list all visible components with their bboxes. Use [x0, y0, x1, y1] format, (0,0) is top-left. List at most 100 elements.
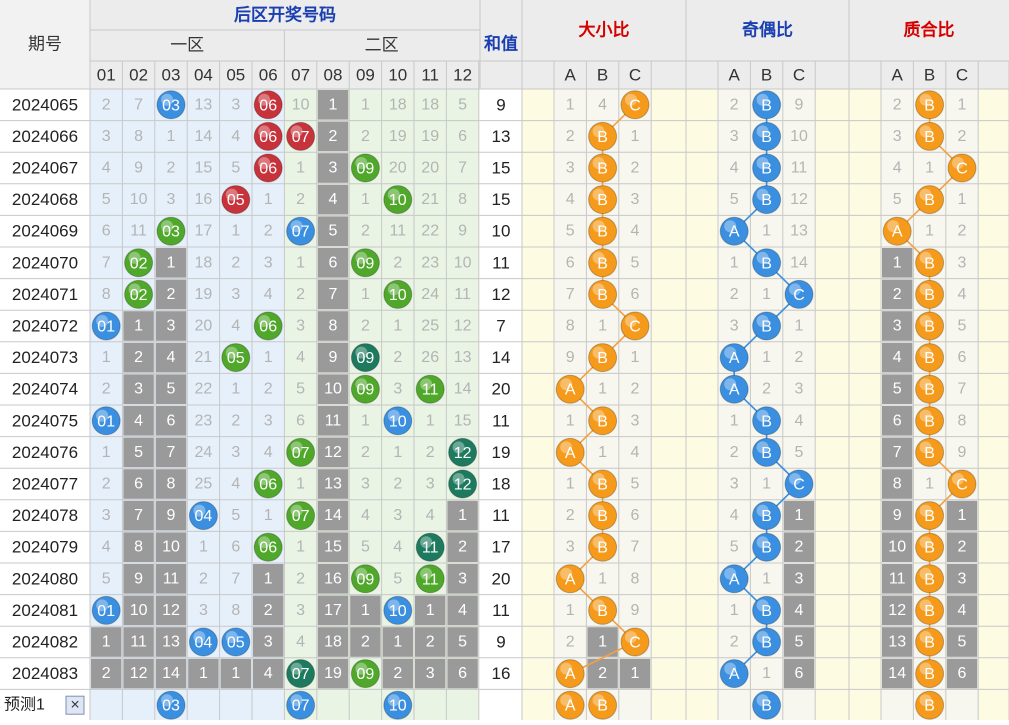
number-missing: 5: [393, 570, 402, 587]
number-missing: 24: [195, 444, 213, 461]
ratio-ball: B: [915, 659, 945, 689]
number-missing: 1: [361, 96, 370, 113]
ratio-ball: A: [719, 374, 749, 404]
period-label: 2024065: [12, 95, 78, 114]
sum-value: 10: [492, 222, 511, 241]
number-missing: 2: [102, 665, 111, 682]
number-missing: 7: [167, 444, 176, 461]
number-ball-label: 10: [389, 413, 407, 430]
forecast-label: 预测1: [4, 696, 45, 714]
number-ball: 10: [383, 406, 413, 436]
ratio-missing: 7: [893, 444, 902, 461]
number-ball: 01: [91, 406, 121, 436]
ratio-missing: 3: [566, 539, 575, 556]
number-missing: 6: [167, 412, 176, 429]
ratio-ball: B: [915, 90, 945, 120]
ratio-ball: A: [555, 374, 585, 404]
number-ball: 06: [253, 469, 283, 499]
number-missing: 3: [102, 507, 111, 524]
ratio-column-header: A: [565, 66, 577, 85]
number-column-header: 07: [291, 66, 310, 85]
ratio-ball: B: [915, 564, 945, 594]
number-ball: 07: [286, 437, 316, 467]
ratio-ball-label: B: [597, 192, 608, 209]
ratio-ball: B: [752, 406, 782, 436]
ratio-ball: B: [752, 121, 782, 151]
ratio-missing: 1: [730, 602, 739, 619]
ratio-ball-label: C: [793, 287, 805, 304]
ratio-ball: B: [752, 437, 782, 467]
number-missing: 16: [324, 570, 342, 587]
sum-value: 13: [492, 127, 511, 146]
ratio-missing: 14: [790, 254, 808, 271]
number-missing: 5: [102, 570, 111, 587]
ratio-missing: 5: [795, 444, 804, 461]
ratio-column-header: B: [924, 66, 935, 85]
period-label: 2024080: [12, 569, 78, 588]
number-missing: 2: [102, 476, 111, 493]
number-missing: 1: [393, 318, 402, 335]
ratio-missing: 6: [795, 665, 804, 682]
ratio-ball-label: B: [597, 477, 608, 494]
sum-value: 11: [492, 411, 510, 430]
number-missing: 10: [130, 191, 148, 208]
ratio-missing: 4: [893, 349, 902, 366]
ratio-ball: B: [915, 248, 945, 278]
number-ball-label: 05: [227, 192, 245, 209]
number-missing: 3: [361, 476, 370, 493]
sum-value: 15: [492, 190, 511, 209]
forecast-ratio-ball: B: [915, 690, 945, 720]
period-label: 2024074: [12, 380, 78, 399]
number-missing: 11: [130, 634, 147, 651]
ratio-ball: B: [588, 469, 618, 499]
ratio-ball-label: B: [597, 350, 608, 367]
number-ball-label: 01: [97, 319, 115, 336]
forecast-close-icon: ×: [70, 697, 79, 714]
number-missing: 15: [324, 539, 342, 556]
number-ball-label: 10: [389, 287, 407, 304]
number-ball-label: 06: [259, 161, 277, 178]
number-ball: 06: [253, 90, 283, 120]
period-label: 2024079: [12, 538, 78, 557]
ratio-ball-label: B: [761, 445, 772, 462]
number-missing: 2: [264, 381, 273, 398]
number-column-header: 10: [388, 66, 407, 85]
number-missing: 1: [361, 286, 370, 303]
number-missing: 3: [458, 570, 467, 587]
number-missing: 5: [134, 444, 143, 461]
period-label: 2024078: [12, 506, 78, 525]
ratio-missing: 7: [958, 381, 967, 398]
number-missing: 5: [296, 381, 305, 398]
sum-value: 18: [492, 475, 511, 494]
number-missing: 1: [426, 602, 435, 619]
number-ball: 02: [124, 279, 154, 309]
number-missing: 2: [199, 570, 208, 587]
number-missing: 1: [264, 349, 273, 366]
ratio-missing: 3: [958, 570, 967, 587]
ratio-column-header: B: [597, 66, 608, 85]
number-ball: 05: [221, 185, 251, 215]
number-missing: 23: [195, 412, 213, 429]
ratio-missing: 1: [762, 349, 771, 366]
sum-value: 20: [492, 569, 511, 588]
number-missing: 5: [167, 381, 176, 398]
ratio-missing: 3: [958, 254, 967, 271]
number-missing: 16: [195, 191, 213, 208]
ratio-ball-label: B: [597, 287, 608, 304]
number-ball: 03: [156, 216, 186, 246]
number-ball: 06: [253, 532, 283, 562]
zone1-header: 一区: [170, 36, 204, 55]
ratio-missing: 12: [790, 191, 808, 208]
number-missing: 3: [296, 602, 305, 619]
number-ball: 04: [188, 501, 218, 531]
number-missing: 2: [361, 634, 370, 651]
ratio-missing: 12: [888, 602, 906, 619]
ratio-ball-label: C: [629, 635, 641, 652]
number-missing: 9: [458, 223, 467, 240]
ratio-missing: 3: [893, 128, 902, 145]
period-label: 2024077: [12, 475, 78, 494]
number-missing: 4: [264, 665, 273, 682]
number-missing: 4: [102, 539, 111, 556]
number-missing: 2: [296, 570, 305, 587]
number-missing: 8: [458, 191, 467, 208]
